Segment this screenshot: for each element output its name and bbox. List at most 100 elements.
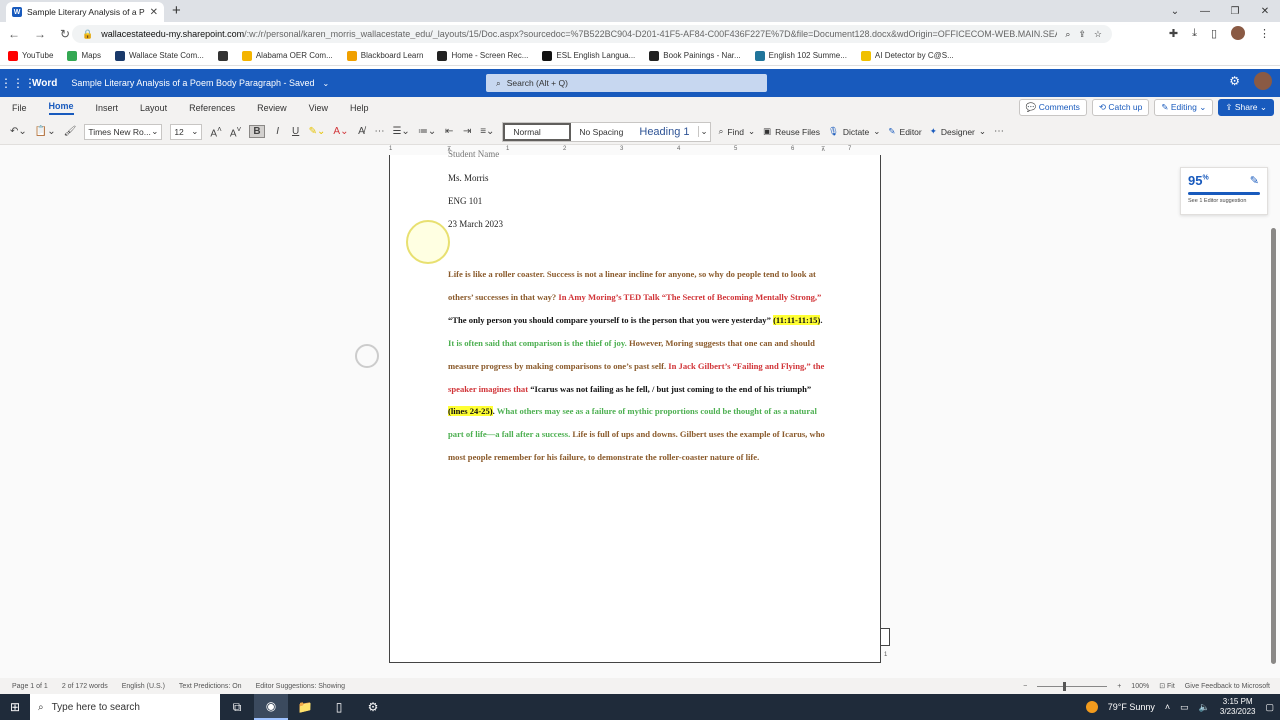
bookmark-item[interactable]: YouTube [8, 50, 53, 61]
ribbon-tab-references[interactable]: References [189, 103, 235, 113]
ribbon-tab-layout[interactable]: Layout [140, 103, 167, 113]
styles-more-icon[interactable]: ⌄ [697, 126, 710, 137]
bold-button[interactable]: B [249, 125, 265, 138]
bookmark-item[interactable]: Maps [67, 50, 101, 61]
new-tab-icon[interactable]: + [172, 2, 181, 19]
bookmark-item[interactable]: Alabama OER Com... [241, 50, 333, 61]
reuse-files-button[interactable]: ▣ Reuse Files [763, 126, 820, 137]
style-normal[interactable]: Normal [503, 122, 572, 141]
shrink-font-icon[interactable]: A˅ [230, 124, 242, 139]
font-name-select[interactable]: Times New Ro... ⌄ [84, 123, 163, 140]
bookmark-item[interactable]: ESL English Langua... [542, 50, 635, 61]
dictate-button[interactable]: 🎙 Dictate ⌄ [828, 126, 880, 137]
sidepanel-icon[interactable]: ▯ [1211, 27, 1217, 40]
share-button[interactable]: ⇪ Share ⌄ [1218, 99, 1274, 116]
bookmark-star-icon[interactable]: ☆ [1094, 29, 1102, 40]
title-chevron-icon[interactable]: ⌄ [323, 79, 330, 88]
zoom-level[interactable]: 100% [1131, 683, 1149, 690]
find-button[interactable]: ⌕ Find ⌄ [719, 126, 755, 137]
document-title[interactable]: Sample Literary Analysis of a Poem Body … [71, 78, 314, 88]
zoom-in-icon[interactable]: + [1117, 683, 1121, 690]
text-predictions-status[interactable]: Text Predictions: On [179, 683, 242, 690]
weather-text[interactable]: 79°F Sunny [1108, 702, 1155, 712]
notepad-icon[interactable]: ▯ [322, 694, 356, 720]
taskbar-search-input[interactable]: ⌕ Type here to search [30, 694, 220, 720]
ribbon-tab-home[interactable]: Home [48, 101, 74, 115]
font-color-icon[interactable]: A⌄ [333, 126, 348, 137]
address-bar[interactable]: 🔒 wallacestateedu-my.sharepoint.com/:w:/… [72, 25, 1112, 43]
notifications-icon[interactable]: ▢ [1265, 702, 1274, 713]
catch-up-button[interactable]: ⟲ Catch up [1091, 99, 1150, 116]
highlight-color-icon[interactable]: ✎⌄ [309, 126, 326, 137]
file-explorer-icon[interactable]: 📁 [288, 694, 322, 720]
bookmark-item[interactable] [217, 50, 228, 61]
app-taskbar-icon[interactable]: ⚙ [356, 694, 390, 720]
restore-icon[interactable]: ❐ [1220, 6, 1250, 17]
grow-font-icon[interactable]: A˄ [210, 124, 222, 139]
ribbon-tab-file[interactable]: File [12, 103, 27, 113]
browser-tab[interactable]: W Sample Literary Analysis of a Po ✕ [6, 2, 164, 22]
decrease-indent-icon[interactable]: ⇤ [444, 126, 454, 137]
numbering-icon[interactable]: ≔⌄ [418, 126, 436, 137]
editing-mode-button[interactable]: ✎ Editing ⌄ [1154, 99, 1214, 116]
browser-menu-icon[interactable]: ⋮ [1259, 27, 1270, 40]
tab-search-icon[interactable]: ⌄ [1160, 6, 1190, 17]
bookmark-item[interactable]: Book Painings - Nar... [649, 50, 741, 61]
format-painter-icon[interactable]: 🖌 [64, 126, 77, 137]
editor-suggestion-link[interactable]: See 1 Editor suggestion [1188, 198, 1260, 204]
network-icon[interactable]: ▭ [1180, 702, 1189, 713]
editor-button[interactable]: ✎ Editor [888, 126, 921, 137]
bookmark-item[interactable]: Home - Screen Rec... [437, 50, 528, 61]
extensions-icon[interactable]: ✚ [1169, 27, 1178, 40]
increase-indent-icon[interactable]: ⇥ [462, 126, 472, 137]
task-view-icon[interactable]: ⧉ [220, 694, 254, 720]
body-paragraph[interactable]: Life is like a roller coaster. Success i… [448, 263, 826, 469]
zoom-icon[interactable]: ⌕ [1065, 29, 1070, 40]
bookmark-item[interactable]: English 102 Summe... [754, 50, 847, 61]
back-icon[interactable]: ← [8, 27, 20, 41]
bookmark-item[interactable]: Wallace State Com... [115, 50, 204, 61]
close-tab-icon[interactable]: ✕ [150, 7, 158, 18]
ribbon-tab-help[interactable]: Help [350, 103, 369, 113]
app-launcher-icon[interactable]: ⋮⋮⋮ [0, 76, 36, 90]
ribbon-tab-view[interactable]: View [309, 103, 328, 113]
download-icon[interactable]: ⤓ [1192, 27, 1197, 40]
document-page[interactable]: Student Name Ms. Morris ENG 101 23 March… [389, 149, 881, 663]
vertical-scrollbar[interactable] [1271, 228, 1276, 664]
language-status[interactable]: English (U.S.) [122, 683, 165, 690]
bookmark-item[interactable]: AI Detector by C@S... [860, 50, 954, 61]
style-no-spacing[interactable]: No Spacing [571, 127, 631, 137]
search-input[interactable]: ⌕ Search (Alt + Q) [486, 74, 767, 92]
chrome-taskbar-icon[interactable]: ◉ [254, 694, 288, 720]
windows-start-icon[interactable]: ⊞ [0, 700, 30, 714]
editor-suggestions-status[interactable]: Editor Suggestions: Showing [256, 683, 346, 690]
clock[interactable]: 3:15 PM 3/23/2023 [1220, 697, 1256, 717]
feedback-link[interactable]: Give Feedback to Microsoft [1185, 683, 1270, 690]
comments-button[interactable]: 💬 Comments [1018, 99, 1087, 116]
app-name[interactable]: Word [32, 78, 57, 89]
reload-icon[interactable]: ↻ [60, 27, 70, 41]
bullets-icon[interactable]: ☰⌄ [392, 126, 409, 137]
volume-icon[interactable]: 🔈 [1199, 702, 1210, 713]
zoom-out-icon[interactable]: − [1023, 683, 1027, 690]
zoom-slider[interactable] [1037, 681, 1108, 691]
font-size-select[interactable]: 12 ⌄ [170, 123, 203, 140]
more-options-icon[interactable]: ⋯ [994, 126, 1004, 137]
undo-icon[interactable]: ↶⌄ [10, 126, 27, 137]
more-font-options-icon[interactable]: ⋯ [374, 126, 384, 137]
close-window-icon[interactable]: ✕ [1250, 6, 1280, 17]
align-icon[interactable]: ≡⌄ [480, 126, 494, 137]
fit-button[interactable]: ⊡ Fit [1159, 682, 1175, 690]
paste-icon[interactable]: 📋⌄ [35, 126, 56, 137]
share-page-icon[interactable]: ⇪ [1078, 29, 1086, 40]
style-heading-1[interactable]: Heading 1 [631, 126, 697, 138]
ribbon-tab-insert[interactable]: Insert [96, 103, 119, 113]
weather-sun-icon[interactable] [1085, 701, 1098, 713]
underline-button[interactable]: U [291, 126, 301, 137]
ribbon-tab-review[interactable]: Review [257, 103, 287, 113]
profile-avatar[interactable] [1231, 26, 1245, 40]
word-count[interactable]: 2 of 172 words [62, 683, 108, 690]
clear-formatting-icon[interactable]: A̸ [356, 126, 366, 137]
tray-chevron-icon[interactable]: ˄ [1165, 702, 1170, 712]
minimize-icon[interactable]: — [1190, 6, 1220, 17]
